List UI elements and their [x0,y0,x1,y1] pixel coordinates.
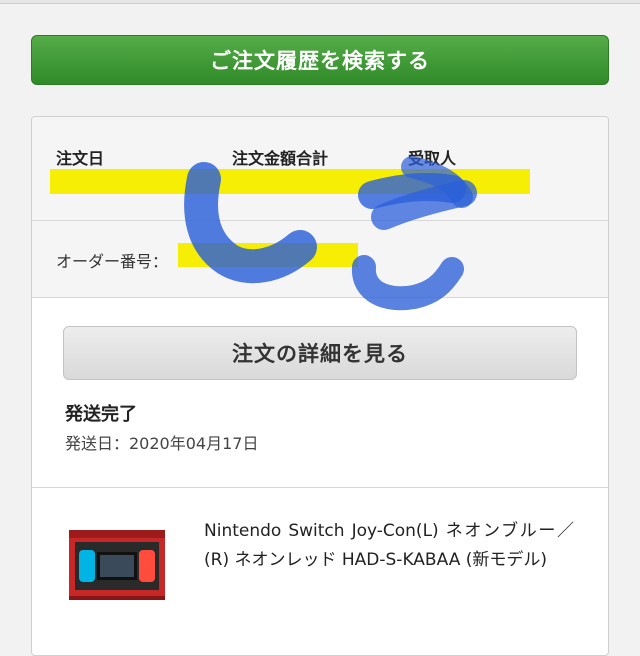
item-divider [32,487,608,488]
redaction-yellow-row [50,169,530,194]
order-details-button[interactable]: 注文の詳細を見る [63,326,577,380]
redaction-yellow-order-number [178,243,358,267]
order-card: 注文日 注文金額合計 受取人 オーダー番号： 注文の詳細を見る 発送完了 発送日… [31,116,609,656]
order-date-label: 注文日 [56,149,105,168]
top-divider [0,3,640,4]
product-name-link[interactable]: Nintendo Switch Joy-Con(L) ネオンブルー／(R) ネオ… [204,517,574,575]
shipping-status: 発送完了 [65,404,137,425]
product-image[interactable] [69,520,165,604]
header-divider [32,220,608,221]
search-orders-button-label: ご注文履歴を検索する [210,49,430,73]
ship-date: 発送日：2020年04月17日 [65,434,259,453]
search-orders-button[interactable]: ご注文履歴を検索する [31,35,609,85]
order-header: 注文日 注文金額合計 受取人 オーダー番号： [32,117,608,298]
order-number-label: オーダー番号： [56,252,169,271]
order-total-label: 注文金額合計 [232,149,329,168]
order-details-button-label: 注文の詳細を見る [232,342,408,366]
recipient-label: 受取人 [408,149,457,168]
